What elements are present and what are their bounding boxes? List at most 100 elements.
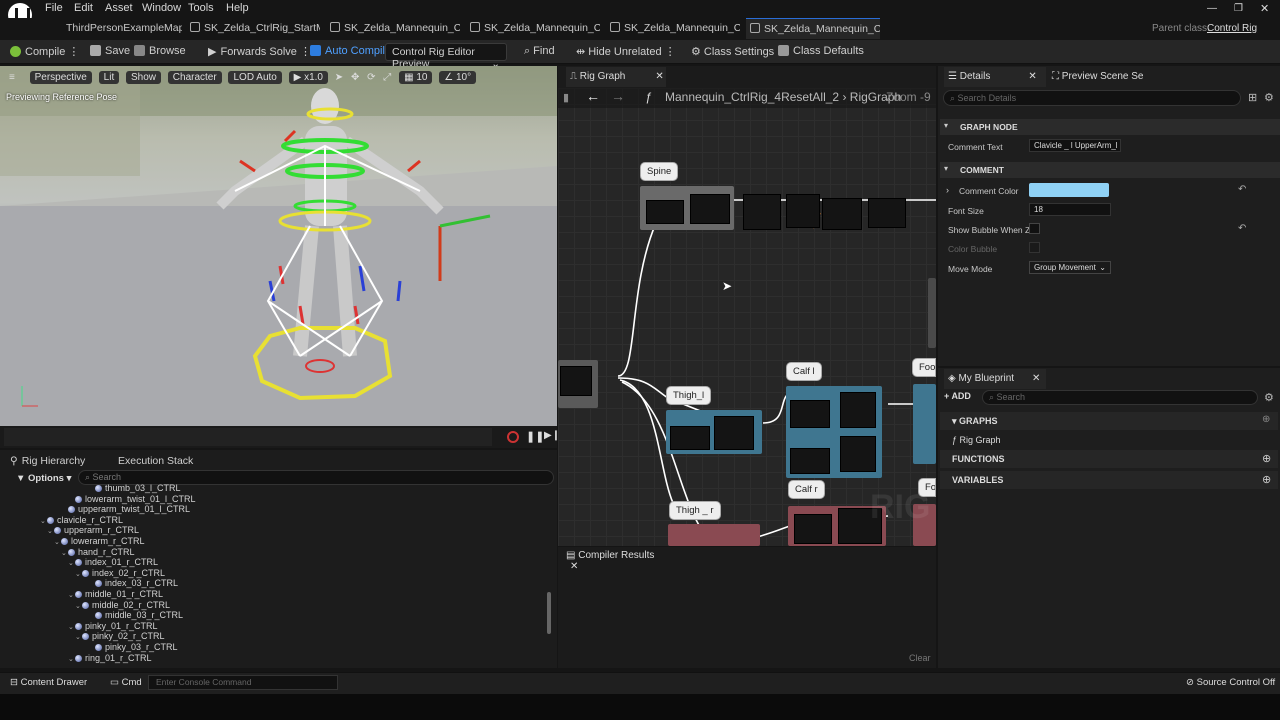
gear-icon[interactable]: ⚙	[1264, 91, 1274, 104]
tab-rig-hierarchy[interactable]: ⚲ Rig Hierarchy	[10, 455, 85, 467]
graph-node[interactable]	[790, 448, 830, 474]
rig-graph-item[interactable]: ƒ Rig Graph	[952, 435, 1001, 445]
graph-node[interactable]	[670, 426, 710, 450]
class-defaults-button[interactable]: Class Defaults	[778, 45, 864, 57]
comment-bubble-thigh-l[interactable]: Thigh_l	[666, 386, 712, 405]
auto-compile-toggle[interactable]: Auto Compile	[310, 45, 391, 57]
tab-mannequin-ctrl-2[interactable]: SK_Zelda_Mannequin_Ctrl	[470, 18, 600, 39]
close-tab-icon[interactable]: ✕	[1028, 71, 1036, 82]
lod-button[interactable]: LOD Auto	[228, 71, 282, 84]
console-command-input[interactable]: Enter Console Command	[148, 675, 338, 690]
minimize-icon[interactable]: —	[1207, 3, 1217, 14]
comment-bubble-calf-l[interactable]: Calf l	[786, 362, 822, 381]
graph-node[interactable]	[743, 194, 781, 230]
hierarchy-scrollbar[interactable]	[547, 592, 551, 634]
tree-expand-icon[interactable]: ⌄	[68, 655, 75, 664]
section-graph-node[interactable]: GRAPH NODE	[940, 119, 1280, 135]
tree-row[interactable]: ⌄ lowerarm_r_CTRL	[0, 536, 540, 547]
graph-node[interactable]	[840, 392, 876, 428]
tree-row[interactable]: ⌄ middle_01_r_CTRL	[0, 589, 540, 600]
add-graph-icon[interactable]: ⊕	[1262, 414, 1270, 425]
source-control-button[interactable]: ⊘ Source Control Off	[1186, 677, 1275, 688]
record-icon[interactable]	[507, 431, 519, 443]
comment-color-swatch[interactable]	[1029, 183, 1109, 197]
graph-node[interactable]	[822, 198, 862, 230]
pause-icon[interactable]: ❚❚	[526, 430, 544, 443]
tab-compiler-results[interactable]: ▤ Compiler Results ✕	[566, 550, 664, 572]
tab-preview-scene[interactable]: ⛶ Preview Scene Se	[1052, 71, 1144, 82]
tab-mannequin-ctrl-3[interactable]: SK_Zelda_Mannequin_Ctr•	[610, 18, 740, 39]
class-settings-button[interactable]: ⚙ Class Settings	[691, 45, 774, 58]
perspective-button[interactable]: Perspective	[29, 71, 92, 84]
close-tab-icon[interactable]: ✕	[570, 561, 578, 572]
tree-row[interactable]: ⌄ ring_01_r_CTRL	[0, 653, 540, 664]
tree-row[interactable]: ⌄ index_02_r_CTRL	[0, 568, 540, 579]
rotate-tool-icon[interactable]: ⟳	[367, 72, 375, 83]
tree-row[interactable]: ⌄ hand_r_CTRL	[0, 547, 540, 558]
tree-row[interactable]: middle_03_r_CTRL	[0, 610, 540, 621]
menu-asset[interactable]: Asset	[105, 2, 133, 14]
close-tab-icon[interactable]: ✕	[1032, 373, 1040, 384]
maximize-icon[interactable]: ❐	[1234, 3, 1243, 14]
tab-execution-stack[interactable]: Execution Stack	[118, 455, 193, 467]
grid-snap-button[interactable]: ▦ 10	[399, 71, 433, 84]
tab-rig-graph[interactable]: ⎍ Rig Graph ✕	[566, 67, 666, 87]
tree-row[interactable]: ⌄ middle_02_r_CTRL	[0, 600, 540, 611]
preview-dropdown[interactable]: Control Rig Editor Preview ⌄	[385, 43, 507, 70]
menu-tools[interactable]: Tools	[188, 2, 214, 14]
graph-node[interactable]	[646, 200, 684, 224]
collapse-arrow-icon[interactable]: ▾	[944, 121, 948, 130]
show-button[interactable]: Show	[126, 71, 162, 84]
graph-node[interactable]	[790, 400, 830, 428]
scale-tool-icon[interactable]: ⤢	[383, 72, 391, 83]
menu-help[interactable]: Help	[226, 2, 249, 14]
comment-box-foot-l[interactable]	[913, 384, 936, 464]
rig-graph-canvas[interactable]: Spine Thigh_l Calf l Thigh _ r Calf r Fo…	[558, 88, 936, 546]
font-size-field[interactable]: 18	[1029, 203, 1111, 216]
tree-row[interactable]: ⌄ clavicle_r_CTRL	[0, 515, 540, 526]
add-variable-icon[interactable]: ⊕	[1262, 473, 1271, 486]
tree-row[interactable]: thumb_03_l_CTRL	[0, 483, 540, 494]
tab-details[interactable]: ☰ Details ✕	[944, 67, 1046, 87]
menu-window[interactable]: Window	[142, 2, 181, 14]
tab-mannequin-ctrl-active[interactable]: SK_Zelda_Mannequin_Ctrl✕	[746, 18, 880, 39]
find-button[interactable]: ⌕ Find	[524, 45, 555, 58]
character-button[interactable]: Character	[167, 71, 222, 84]
comment-bubble-foot-l[interactable]: Foo	[912, 358, 936, 377]
translate-tool-icon[interactable]: ✥	[351, 72, 359, 83]
show-bubble-checkbox[interactable]	[1029, 223, 1040, 234]
table-view-icon[interactable]: ⊞	[1248, 91, 1257, 104]
tab-thirdperson-map[interactable]: ThirdPersonExampleMap	[52, 18, 182, 39]
tree-row[interactable]: lowerarm_twist_01_l_CTRL	[0, 494, 540, 505]
comment-text-field[interactable]: Clavicle _ l UpperArm_l	[1029, 139, 1121, 152]
tab-mannequin-ctrl-1[interactable]: SK_Zelda_Mannequin_Ctr•	[330, 18, 460, 39]
select-tool-icon[interactable]: ➤	[335, 72, 343, 83]
tree-row[interactable]: upperarm_twist_01_l_CTRL	[0, 504, 540, 515]
tab-ctrlrig-startmap[interactable]: SK_Zelda_CtrlRig_StartMa	[190, 18, 320, 39]
graph-breadcrumb[interactable]: Mannequin_CtrlRig_4ResetAll_2 › RigGraph	[665, 90, 901, 104]
comment-bubble-calf-r[interactable]: Calf r	[788, 480, 825, 499]
comment-box-misc[interactable]	[928, 278, 936, 348]
graph-node[interactable]	[690, 194, 730, 224]
collapse-arrow-icon[interactable]: ▾	[944, 164, 948, 173]
graph-node[interactable]	[794, 514, 832, 544]
move-mode-dropdown[interactable]: Group Movement ⌄	[1029, 261, 1111, 274]
graph-node[interactable]	[786, 194, 820, 228]
tree-row[interactable]: pinky_03_r_CTRL	[0, 642, 540, 653]
section-variables[interactable]: VARIABLES	[940, 471, 1278, 489]
back-arrow-icon[interactable]: ←	[586, 88, 600, 104]
compile-button[interactable]: Compile ⋮	[10, 45, 79, 58]
section-graphs[interactable]: ▾ GRAPHS	[940, 412, 1278, 430]
graph-node[interactable]	[840, 436, 876, 472]
tab-my-blueprint[interactable]: ◈ My Blueprint ✕	[944, 369, 1046, 389]
graph-node[interactable]	[714, 416, 754, 450]
hamburger-menu-icon[interactable]: ≡	[9, 72, 15, 83]
expand-arrow-icon[interactable]: ›	[946, 185, 949, 195]
bookmark-icon[interactable]: ▮	[563, 91, 569, 104]
tree-row[interactable]: ⌄ pinky_02_r_CTRL	[0, 631, 540, 642]
lit-button[interactable]: Lit	[98, 71, 120, 84]
section-comment[interactable]: COMMENT	[940, 162, 1280, 178]
graph-node[interactable]	[868, 198, 906, 228]
angle-snap-button[interactable]: ∠ 10°	[439, 71, 477, 84]
content-drawer-button[interactable]: ⊟ Content Drawer	[10, 677, 87, 688]
